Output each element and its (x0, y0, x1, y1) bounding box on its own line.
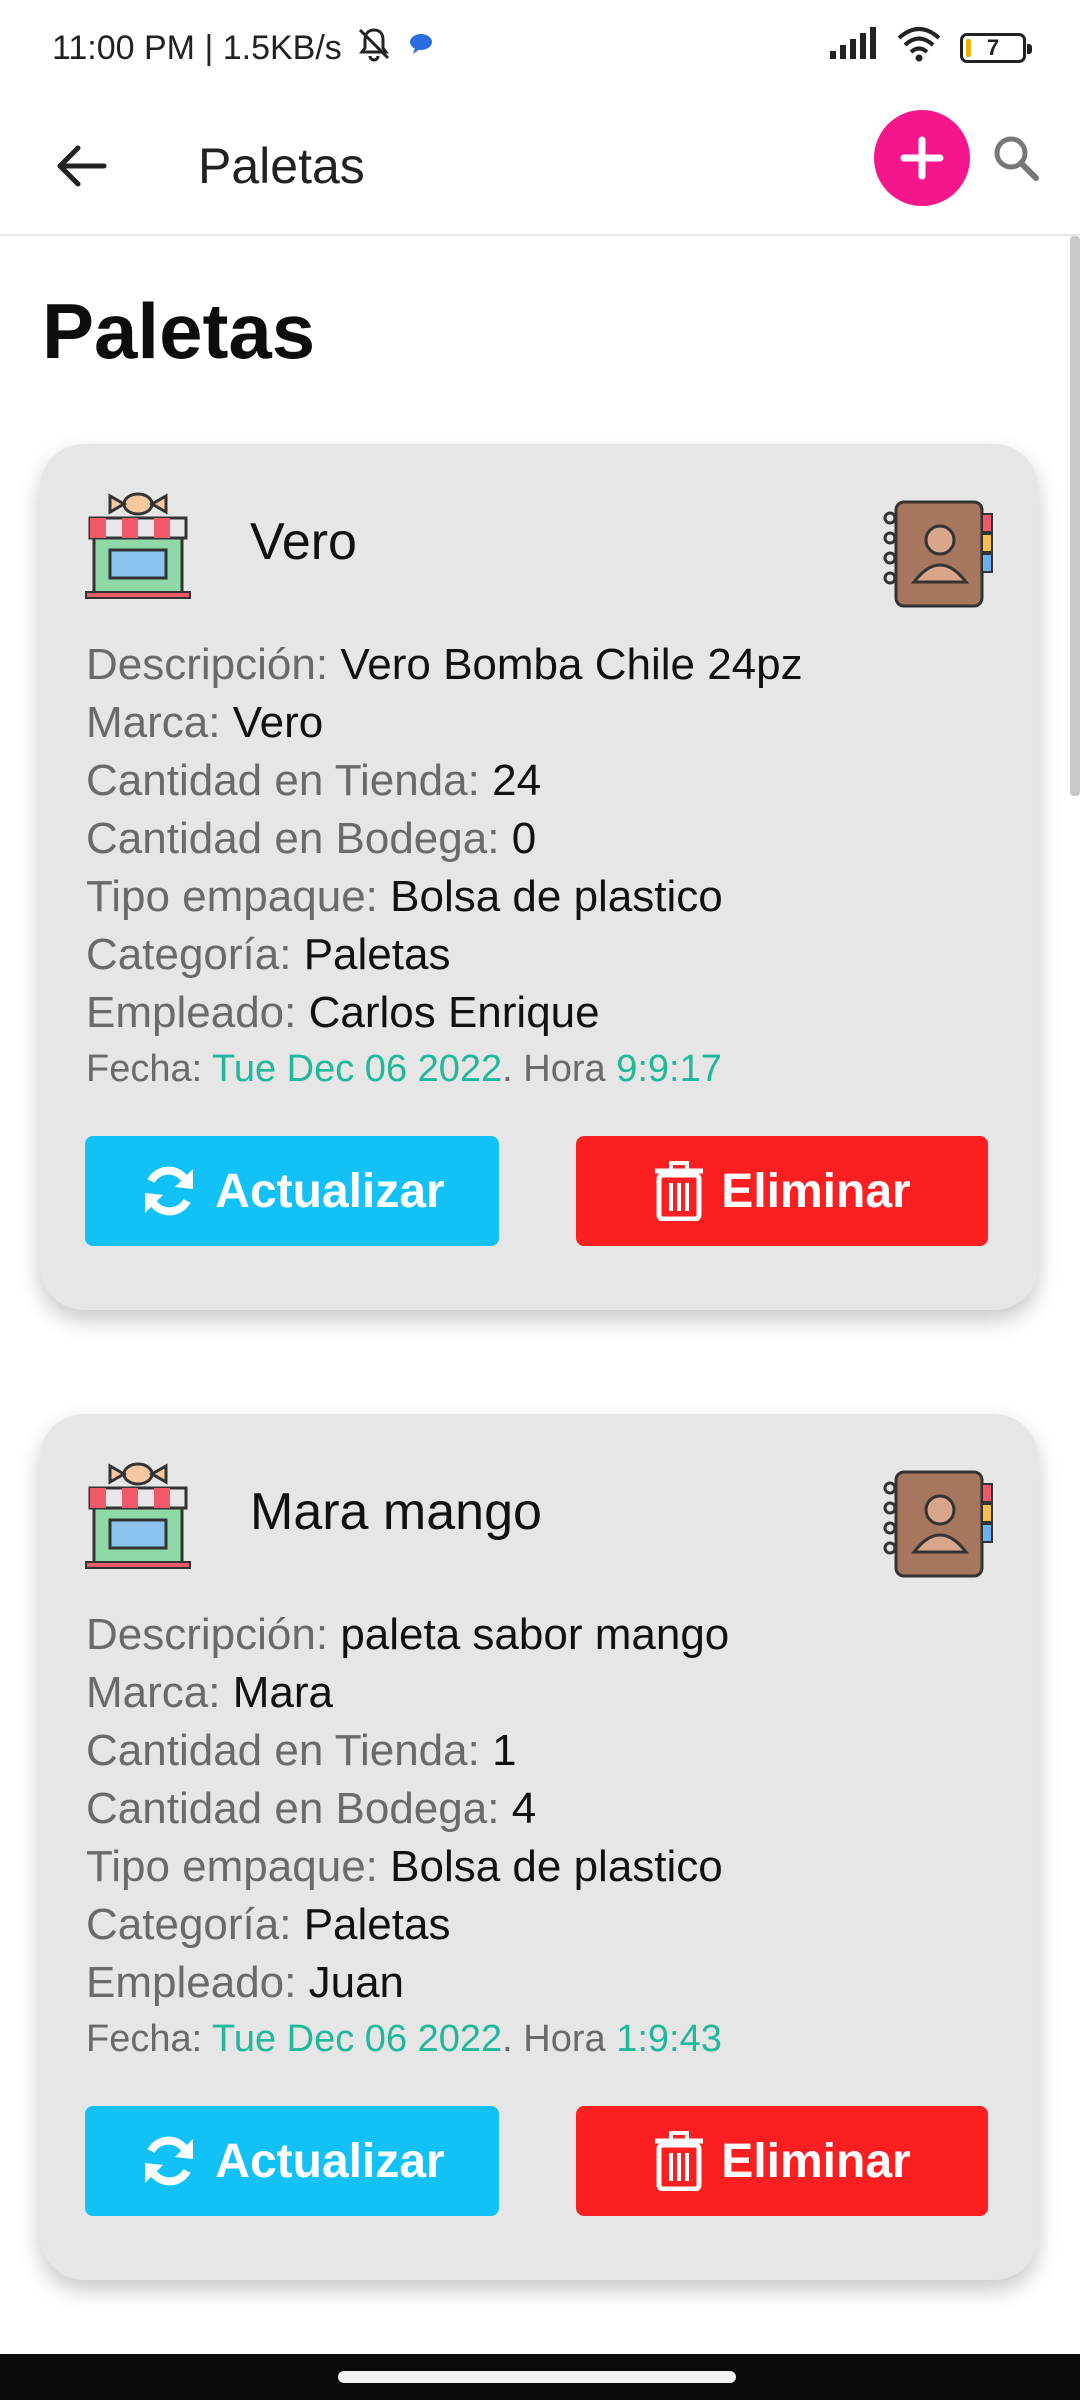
store-icon (82, 1460, 194, 1572)
field-label: Empleado: (86, 988, 297, 1037)
trash-icon (655, 1161, 704, 1221)
status-bar: 11:00 PM | 1.5KB/s 7 (0, 0, 1080, 96)
field-fecha: Fecha: Tue Dec 06 2022. Hora 1:9:43 (86, 2010, 722, 2068)
battery-fill (966, 39, 971, 57)
field-descripcion: Descripción: Vero Bomba Chile 24pz (86, 636, 803, 694)
update-button[interactable]: Actualizar (85, 1136, 499, 1246)
field-value: Mara (232, 1668, 333, 1717)
field-value: Paletas (303, 930, 451, 979)
refresh-icon (145, 2136, 194, 2186)
chat-notification-icon (406, 29, 436, 68)
refresh-icon (145, 1166, 194, 1216)
field-label: Marca: (86, 1668, 221, 1717)
field-cantidad-bodega: Cantidad en Bodega: 0 (86, 810, 536, 868)
battery-icon: 7 (960, 33, 1032, 63)
field-label: Tipo empaque: (86, 872, 378, 921)
field-label: Descripción: (86, 640, 329, 689)
field-tipo-empaque: Tipo empaque: Bolsa de plastico (86, 868, 723, 926)
field-cantidad-tienda: Cantidad en Tienda: 24 (86, 752, 541, 810)
home-gesture-pill[interactable] (338, 2371, 736, 2383)
field-label: Fecha: (86, 2018, 203, 2060)
field-cantidad-tienda: Cantidad en Tienda: 1 (86, 1722, 517, 1780)
add-button[interactable] (874, 110, 970, 206)
field-value: Bolsa de plastico (390, 872, 723, 921)
field-empleado: Empleado: Juan (86, 1954, 404, 2012)
field-label: Fecha: (86, 1048, 203, 1090)
hora-label: . Hora (502, 1048, 606, 1090)
field-fecha: Fecha: Tue Dec 06 2022. Hora 9:9:17 (86, 1040, 722, 1098)
field-value: 24 (492, 756, 542, 805)
product-name: Vero (250, 513, 357, 571)
field-value: paleta sabor mango (340, 1610, 730, 1659)
delete-button[interactable]: Eliminar (576, 1136, 988, 1246)
store-icon (82, 490, 194, 602)
status-left: 11:00 PM | 1.5KB/s (52, 24, 436, 73)
status-time-speed: 11:00 PM | 1.5KB/s (52, 28, 342, 67)
field-value: 4 (511, 1784, 537, 1833)
field-value: Carlos Enrique (308, 988, 600, 1037)
contact-book-icon (882, 1468, 994, 1580)
product-card: Mara mango Descripción: paleta sabor man… (40, 1414, 1038, 2280)
arrow-left-icon (57, 145, 107, 187)
back-button[interactable] (44, 128, 120, 204)
field-value: Juan (308, 1958, 405, 2007)
field-descripcion: Descripción: paleta sabor mango (86, 1606, 729, 1664)
field-value: 1 (492, 1726, 517, 1775)
field-label: Cantidad en Tienda: (86, 1726, 480, 1775)
field-label: Categoría: (86, 930, 292, 979)
field-label: Marca: (86, 698, 221, 747)
update-button[interactable]: Actualizar (85, 2106, 499, 2216)
field-value: 0 (511, 814, 537, 863)
app-bar-title: Paletas (198, 138, 365, 194)
status-right: 7 (828, 26, 1032, 71)
update-button-label: Actualizar (215, 1164, 445, 1218)
field-value: Bolsa de plastico (390, 1842, 723, 1891)
page-title: Paletas (42, 287, 316, 375)
field-label: Descripción: (86, 1610, 329, 1659)
signal-icon (828, 26, 878, 70)
field-value: Paletas (303, 1900, 451, 1949)
plus-icon (900, 136, 944, 180)
field-marca: Marca: Vero (86, 694, 323, 752)
date-value: Tue Dec 06 2022 (212, 2018, 503, 2060)
field-label: Categoría: (86, 1900, 292, 1949)
time-value: 9:9:17 (616, 1048, 722, 1090)
field-label: Empleado: (86, 1958, 297, 2007)
delete-button[interactable]: Eliminar (576, 2106, 988, 2216)
date-value: Tue Dec 06 2022 (212, 1048, 503, 1090)
field-empleado: Empleado: Carlos Enrique (86, 984, 600, 1042)
field-marca: Marca: Mara (86, 1664, 333, 1722)
hora-label: . Hora (502, 2018, 606, 2060)
field-label: Cantidad en Tienda: (86, 756, 480, 805)
field-label: Tipo empaque: (86, 1842, 378, 1891)
update-button-label: Actualizar (215, 2134, 445, 2188)
field-label: Cantidad en Bodega: (86, 814, 500, 863)
contact-book-icon (882, 498, 994, 610)
field-value: Vero Bomba Chile 24pz (340, 640, 803, 689)
product-card: Vero Descripción: Vero Bomba Chile 24pz … (40, 444, 1038, 1310)
wifi-icon (896, 26, 942, 71)
field-tipo-empaque: Tipo empaque: Bolsa de plastico (86, 1838, 723, 1896)
field-cantidad-bodega: Cantidad en Bodega: 4 (86, 1780, 536, 1838)
delete-button-label: Eliminar (721, 2134, 911, 2188)
field-label: Cantidad en Bodega: (86, 1784, 500, 1833)
search-icon (994, 136, 1039, 181)
app-bar: Paletas (0, 96, 1080, 236)
field-categoria: Categoría: Paletas (86, 926, 450, 984)
field-value: Vero (232, 698, 324, 747)
battery-level: 7 (986, 35, 1000, 60)
time-value: 1:9:43 (616, 2018, 722, 2060)
mute-icon (354, 24, 394, 73)
search-button[interactable] (980, 122, 1052, 194)
system-nav-bar (0, 2354, 1080, 2400)
delete-button-label: Eliminar (721, 1164, 911, 1218)
product-name: Mara mango (250, 1483, 542, 1541)
trash-icon (655, 2131, 704, 2191)
field-categoria: Categoría: Paletas (86, 1896, 450, 1954)
scrollbar[interactable] (1070, 236, 1080, 796)
